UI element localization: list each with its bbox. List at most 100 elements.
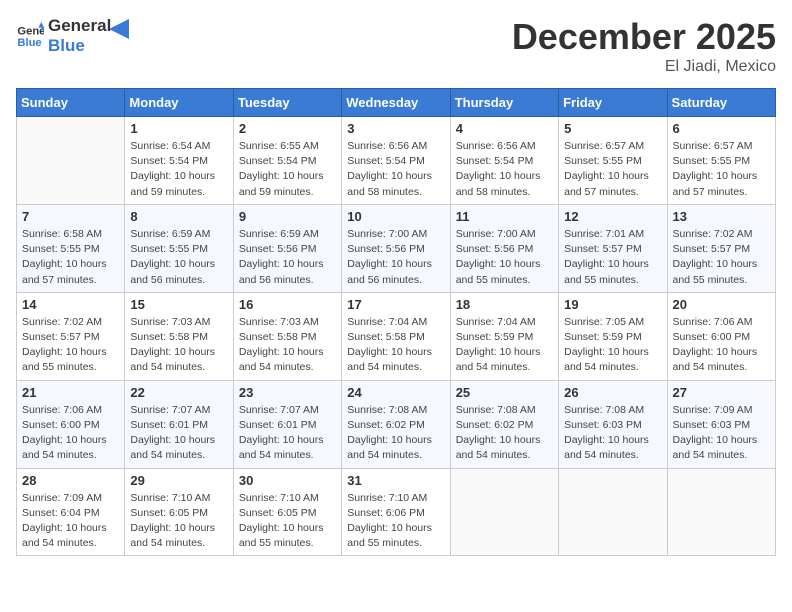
calendar-cell: 27 Sunrise: 7:09 AMSunset: 6:03 PMDayligh…	[667, 380, 775, 468]
calendar-cell: 31 Sunrise: 7:10 AMSunset: 6:06 PMDayligh…	[342, 468, 450, 556]
day-number: 4	[456, 121, 553, 136]
calendar-cell	[17, 117, 125, 205]
page-header: General Blue General Blue December 2025 …	[16, 16, 776, 76]
day-info: Sunrise: 7:10 AMSunset: 6:05 PMDaylight:…	[239, 491, 336, 552]
calendar-cell: 1Sunrise: 6:54 AMSunset: 5:54 PMDaylight…	[125, 117, 233, 205]
calendar-cell: 8Sunrise: 6:59 AMSunset: 5:55 PMDaylight…	[125, 204, 233, 292]
calendar-cell: 10 Sunrise: 7:00 AMSunset: 5:56 PMDayligh…	[342, 204, 450, 292]
logo-general: General	[48, 16, 111, 36]
day-number: 11	[456, 209, 553, 224]
day-number: 28	[22, 473, 119, 488]
calendar-cell: 19 Sunrise: 7:05 AMSunset: 5:59 PMDayligh…	[559, 292, 667, 380]
day-info: Sunrise: 7:10 AMSunset: 6:06 PMDaylight:…	[347, 491, 444, 552]
day-info: Sunrise: 7:08 AMSunset: 6:02 PMDaylight:…	[347, 403, 444, 464]
day-number: 25	[456, 385, 553, 400]
calendar-cell: 24 Sunrise: 7:08 AMSunset: 6:02 PMDayligh…	[342, 380, 450, 468]
day-number: 26	[564, 385, 661, 400]
day-info: Sunrise: 7:05 AMSunset: 5:59 PMDaylight:…	[564, 315, 661, 376]
calendar-cell: 6 Sunrise: 6:57 AMSunset: 5:55 PMDaylight…	[667, 117, 775, 205]
day-info: Sunrise: 6:56 AMSunset: 5:54 PMDaylight:…	[456, 139, 553, 200]
calendar-cell: 3 Sunrise: 6:56 AMSunset: 5:54 PMDaylight…	[342, 117, 450, 205]
day-info: Sunrise: 7:09 AMSunset: 6:04 PMDaylight:…	[22, 491, 119, 552]
day-info: Sunrise: 6:59 AMSunset: 5:56 PMDaylight:…	[239, 227, 336, 288]
logo-icon: General Blue	[16, 22, 44, 50]
day-number: 14	[22, 297, 119, 312]
day-number: 18	[456, 297, 553, 312]
calendar-cell: 15 Sunrise: 7:03 AMSunset: 5:58 PMDayligh…	[125, 292, 233, 380]
svg-text:Blue: Blue	[17, 36, 41, 48]
calendar-cell: 16Sunrise: 7:03 AMSunset: 5:58 PMDayligh…	[233, 292, 341, 380]
day-number: 27	[673, 385, 770, 400]
day-number: 17	[347, 297, 444, 312]
calendar-cell: 9Sunrise: 6:59 AMSunset: 5:56 PMDaylight…	[233, 204, 341, 292]
day-number: 6	[673, 121, 770, 136]
day-number: 13	[673, 209, 770, 224]
day-info: Sunrise: 6:55 AMSunset: 5:54 PMDaylight:…	[239, 139, 336, 200]
col-header-friday: Friday	[559, 89, 667, 117]
calendar-cell: 2 Sunrise: 6:55 AMSunset: 5:54 PMDaylight…	[233, 117, 341, 205]
day-info: Sunrise: 6:56 AMSunset: 5:54 PMDaylight:…	[347, 139, 444, 200]
day-number: 22	[130, 385, 227, 400]
day-info: Sunrise: 7:08 AMSunset: 6:03 PMDaylight:…	[564, 403, 661, 464]
calendar-cell: 17 Sunrise: 7:04 AMSunset: 5:58 PMDayligh…	[342, 292, 450, 380]
col-header-sunday: Sunday	[17, 89, 125, 117]
calendar-cell: 29 Sunrise: 7:10 AMSunset: 6:05 PMDayligh…	[125, 468, 233, 556]
calendar-cell	[667, 468, 775, 556]
calendar-table: SundayMondayTuesdayWednesdayThursdayFrid…	[16, 88, 776, 556]
day-number: 12	[564, 209, 661, 224]
day-number: 29	[130, 473, 227, 488]
day-info: Sunrise: 7:03 AMSunset: 5:58 PMDaylight:…	[239, 315, 336, 376]
day-number: 19	[564, 297, 661, 312]
day-info: Sunrise: 6:57 AMSunset: 5:55 PMDaylight:…	[673, 139, 770, 200]
day-number: 5	[564, 121, 661, 136]
day-info: Sunrise: 7:04 AMSunset: 5:58 PMDaylight:…	[347, 315, 444, 376]
calendar-cell: 18Sunrise: 7:04 AMSunset: 5:59 PMDayligh…	[450, 292, 558, 380]
col-header-monday: Monday	[125, 89, 233, 117]
calendar-cell: 21 Sunrise: 7:06 AMSunset: 6:00 PMDayligh…	[17, 380, 125, 468]
day-number: 23	[239, 385, 336, 400]
day-number: 15	[130, 297, 227, 312]
day-number: 31	[347, 473, 444, 488]
day-info: Sunrise: 7:09 AMSunset: 6:03 PMDaylight:…	[673, 403, 770, 464]
logo-blue: Blue	[48, 36, 111, 56]
day-number: 2	[239, 121, 336, 136]
day-info: Sunrise: 7:00 AMSunset: 5:56 PMDaylight:…	[456, 227, 553, 288]
day-number: 3	[347, 121, 444, 136]
month-title: December 2025	[512, 16, 776, 58]
day-number: 21	[22, 385, 119, 400]
day-number: 1	[130, 121, 227, 136]
day-number: 30	[239, 473, 336, 488]
calendar-cell: 5 Sunrise: 6:57 AMSunset: 5:55 PMDaylight…	[559, 117, 667, 205]
calendar-cell: 7 Sunrise: 6:58 AMSunset: 5:55 PMDaylight…	[17, 204, 125, 292]
col-header-thursday: Thursday	[450, 89, 558, 117]
day-info: Sunrise: 7:06 AMSunset: 6:00 PMDaylight:…	[22, 403, 119, 464]
calendar-cell: 30 Sunrise: 7:10 AMSunset: 6:05 PMDayligh…	[233, 468, 341, 556]
day-info: Sunrise: 7:00 AMSunset: 5:56 PMDaylight:…	[347, 227, 444, 288]
day-number: 8	[130, 209, 227, 224]
day-info: Sunrise: 7:02 AMSunset: 5:57 PMDaylight:…	[22, 315, 119, 376]
day-info: Sunrise: 7:08 AMSunset: 6:02 PMDaylight:…	[456, 403, 553, 464]
day-info: Sunrise: 6:58 AMSunset: 5:55 PMDaylight:…	[22, 227, 119, 288]
day-info: Sunrise: 7:10 AMSunset: 6:05 PMDaylight:…	[130, 491, 227, 552]
calendar-cell: 22Sunrise: 7:07 AMSunset: 6:01 PMDayligh…	[125, 380, 233, 468]
day-info: Sunrise: 7:03 AMSunset: 5:58 PMDaylight:…	[130, 315, 227, 376]
calendar-cell	[559, 468, 667, 556]
location: El Jiadi, Mexico	[512, 58, 776, 76]
day-number: 7	[22, 209, 119, 224]
calendar-cell: 4 Sunrise: 6:56 AMSunset: 5:54 PMDaylight…	[450, 117, 558, 205]
day-number: 24	[347, 385, 444, 400]
calendar-cell: 28 Sunrise: 7:09 AMSunset: 6:04 PMDayligh…	[17, 468, 125, 556]
title-block: December 2025 El Jiadi, Mexico	[512, 16, 776, 76]
calendar-cell	[450, 468, 558, 556]
day-info: Sunrise: 6:57 AMSunset: 5:55 PMDaylight:…	[564, 139, 661, 200]
col-header-tuesday: Tuesday	[233, 89, 341, 117]
day-info: Sunrise: 7:07 AMSunset: 6:01 PMDaylight:…	[239, 403, 336, 464]
calendar-cell: 13Sunrise: 7:02 AMSunset: 5:57 PMDayligh…	[667, 204, 775, 292]
calendar-cell: 12 Sunrise: 7:01 AMSunset: 5:57 PMDayligh…	[559, 204, 667, 292]
day-info: Sunrise: 7:06 AMSunset: 6:00 PMDaylight:…	[673, 315, 770, 376]
logo: General Blue General Blue	[16, 16, 129, 55]
calendar-cell: 11 Sunrise: 7:00 AMSunset: 5:56 PMDayligh…	[450, 204, 558, 292]
day-number: 10	[347, 209, 444, 224]
calendar-cell: 14 Sunrise: 7:02 AMSunset: 5:57 PMDayligh…	[17, 292, 125, 380]
day-info: Sunrise: 7:01 AMSunset: 5:57 PMDaylight:…	[564, 227, 661, 288]
